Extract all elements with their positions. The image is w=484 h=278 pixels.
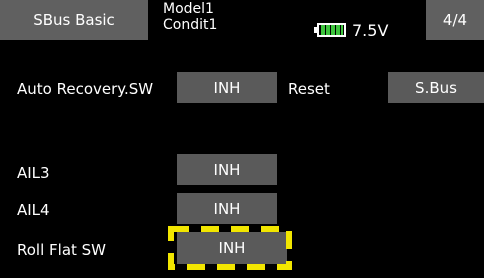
ail4-value: INH: [213, 199, 241, 218]
selection-cursor: [168, 226, 292, 270]
screen-title: SBus Basic: [33, 11, 115, 29]
ail3-value: INH: [213, 160, 241, 179]
auto-recovery-value: INH: [213, 78, 241, 97]
page-indicator-button[interactable]: 4/4: [426, 0, 484, 40]
ail3-label: AIL3: [17, 164, 50, 182]
page-indicator: 4/4: [442, 11, 468, 29]
roll-flat-sw-label: Roll Flat SW: [17, 241, 107, 259]
screen-title-button[interactable]: SBus Basic: [0, 0, 148, 40]
auto-recovery-label: Auto Recovery.SW: [17, 80, 154, 98]
ail4-label: AIL4: [17, 201, 50, 219]
condition-name: Condit1: [163, 17, 218, 33]
auto-recovery-button[interactable]: INH: [177, 72, 277, 103]
battery-voltage: 7.5V: [352, 21, 389, 40]
reset-sbus-value: S.Bus: [415, 78, 457, 97]
ail4-button[interactable]: INH: [177, 193, 277, 224]
battery-icon: [314, 23, 348, 37]
reset-sbus-button[interactable]: S.Bus: [388, 72, 484, 103]
model-name: Model1: [163, 1, 214, 17]
reset-label: Reset: [288, 80, 330, 98]
ail3-button[interactable]: INH: [177, 154, 277, 185]
